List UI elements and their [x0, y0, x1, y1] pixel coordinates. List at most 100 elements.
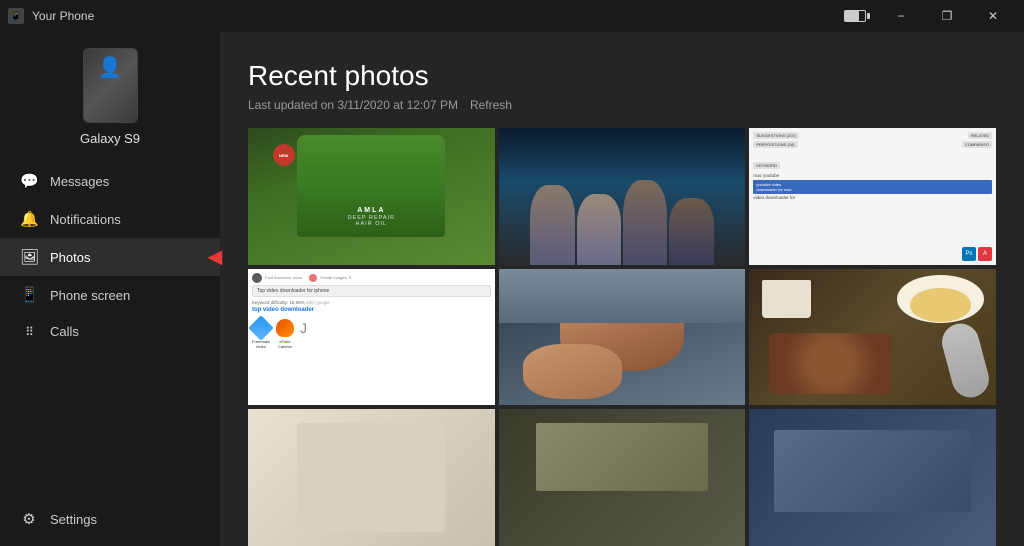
ai-icon: A: [978, 247, 992, 261]
app-icon: 📱: [8, 8, 24, 24]
photos-icon: 🖼: [20, 248, 38, 266]
photos-grid: AMLA DEEP REPAIRHAIR OIL NEW S: [220, 124, 1024, 546]
battery-container: [844, 10, 866, 22]
similar-label: Similar Images: S: [320, 275, 351, 280]
restore-button[interactable]: ❐: [924, 0, 970, 32]
minimize-button[interactable]: −: [878, 0, 924, 32]
sidebar-item-phone-screen[interactable]: 📱 Phone screen: [0, 276, 220, 314]
food-plate-1: [897, 275, 983, 323]
keyword-value: mac youtube: [753, 173, 992, 178]
sidebar-item-calls[interactable]: ⠿ Calls: [0, 314, 220, 349]
app-icons: FreemakeVideo aTubeCatcher J: [252, 319, 491, 349]
phone-name: Galaxy S9: [80, 131, 140, 146]
more-indicator: J: [300, 319, 307, 349]
red-arrow-indicator: ◀: [208, 247, 222, 268]
photo-cell-4[interactable]: Font Awesome Icons Similar Images: S Top…: [248, 269, 495, 406]
partial-7-content: [297, 423, 445, 532]
diamond-icon: [248, 315, 273, 340]
sidebar-item-settings[interactable]: ⚙ Settings: [0, 500, 220, 538]
result-title: top video downloader: [252, 307, 491, 313]
titlebar: 📱 Your Phone − ❐ ✕: [0, 0, 1024, 32]
refresh-link[interactable]: Refresh: [470, 98, 512, 112]
bottle-sublabel: DEEP REPAIRHAIR OIL: [348, 215, 395, 227]
titlebar-left: 📱 Your Phone: [8, 8, 94, 24]
selfie-child: [523, 344, 622, 399]
person-3: [623, 180, 667, 264]
sidebar-item-label: Calls: [50, 324, 79, 339]
photo-cell-5[interactable]: [499, 269, 746, 406]
phone-thumbnail: 👤: [83, 48, 138, 123]
freemake-icon-item: FreemakeVideo: [252, 319, 270, 349]
photo-cell-2[interactable]: [499, 128, 746, 265]
sidebar-bottom: ⚙ Settings: [0, 492, 220, 538]
browser-dots: [252, 273, 262, 283]
prepositions-box: PREPOSITIONS (18): [753, 141, 797, 148]
partial-8-content: [536, 423, 709, 491]
atube-icon-item: aTubeCatcher: [276, 319, 294, 349]
keyword-section: KEYWORD mac youtube youtube videodownloa…: [753, 154, 992, 201]
bottle-label: AMLA: [357, 206, 385, 216]
nav-items: 💬 Messages 🔔 Notifications 🖼 Photos ◀ 📱 …: [0, 162, 220, 492]
phone-thumb-image: 👤: [84, 49, 137, 122]
wall-bg: [499, 269, 746, 324]
photo-cell-8[interactable]: [499, 409, 746, 546]
sidebar-item-notifications[interactable]: 🔔 Notifications: [0, 200, 220, 238]
sidebar-settings-label: Settings: [50, 512, 97, 527]
comparison-box: COMPARISO: [962, 141, 992, 148]
page-title: Recent photos: [248, 60, 996, 92]
photo-cell-3[interactable]: SUGGESTIONS (207) RELATED PREPOSITIONS (…: [749, 128, 996, 265]
keyword-difficulty: Keyword difficulty: 15.08% after google: [252, 300, 491, 305]
photo-cell-7[interactable]: [248, 409, 495, 546]
app-title: Your Phone: [32, 9, 94, 23]
settings-icon: ⚙: [20, 510, 38, 528]
food-on-plate: [910, 288, 970, 321]
person-1: [530, 185, 574, 265]
related-box: RELATED: [968, 132, 992, 139]
sidebar-item-label: Phone screen: [50, 288, 130, 303]
main-content: Recent photos Last updated on 3/11/2020 …: [220, 32, 1024, 546]
sidebar: 👤 Galaxy S9 💬 Messages 🔔 Notifications 🖼…: [0, 32, 220, 546]
partial-9-content: [774, 430, 971, 512]
notifications-icon: 🔔: [20, 210, 38, 228]
last-updated-text: Last updated on 3/11/2020 at 12:07 PM: [248, 98, 458, 112]
sidebar-item-label: Photos: [50, 250, 90, 265]
keyword-label: KEYWORD: [753, 162, 780, 169]
food-cup: [762, 280, 811, 318]
similar-icon: [309, 274, 317, 282]
search-bar: Top video downloader for iphone: [252, 285, 491, 297]
food-items: [769, 333, 892, 395]
suggestions-box: SUGGESTIONS (207): [753, 132, 799, 139]
photo-3-sub: PREPOSITIONS (18) COMPARISO: [753, 141, 992, 148]
result-1: youtube videodownloader for mac: [753, 180, 992, 194]
content-header: Recent photos Last updated on 3/11/2020 …: [220, 32, 1024, 124]
photo-4-header: Font Awesome Icons Similar Images: S: [252, 273, 491, 283]
atube-label: aTubeCatcher: [278, 339, 292, 349]
people-row: [499, 176, 746, 265]
font-awesome-label: Font Awesome Icons: [265, 275, 302, 280]
photo-cell-6[interactable]: [749, 269, 996, 406]
phone-screen-icon: 📱: [20, 286, 38, 304]
photo-cell-9[interactable]: [749, 409, 996, 546]
titlebar-controls: − ❐ ✕: [844, 0, 1016, 32]
person-4: [669, 198, 713, 265]
battery-icon: [844, 10, 866, 22]
messages-icon: 💬: [20, 172, 38, 190]
sidebar-item-messages[interactable]: 💬 Messages: [0, 162, 220, 200]
phone-profile: 👤 Galaxy S9: [0, 32, 220, 162]
bottle: AMLA DEEP REPAIRHAIR OIL: [297, 135, 445, 237]
ps-icon: Ps: [962, 247, 976, 261]
sidebar-item-photos[interactable]: 🖼 Photos ◀: [0, 238, 220, 276]
app-body: 👤 Galaxy S9 💬 Messages 🔔 Notifications 🖼…: [0, 32, 1024, 546]
fist-icon: [276, 319, 294, 337]
app-icons-row: Ps A: [962, 247, 992, 261]
calls-icon: ⠿: [20, 325, 38, 339]
sidebar-item-label: Messages: [50, 174, 109, 189]
photo-3-header: SUGGESTIONS (207) RELATED: [753, 132, 992, 139]
result-2: video downloader for: [753, 195, 992, 200]
update-info: Last updated on 3/11/2020 at 12:07 PM Re…: [248, 98, 996, 112]
photo-cell-1[interactable]: AMLA DEEP REPAIRHAIR OIL NEW: [248, 128, 495, 265]
food-spoons: [938, 320, 993, 402]
close-button[interactable]: ✕: [970, 0, 1016, 32]
person-2: [577, 194, 621, 265]
sidebar-item-label: Notifications: [50, 212, 121, 227]
